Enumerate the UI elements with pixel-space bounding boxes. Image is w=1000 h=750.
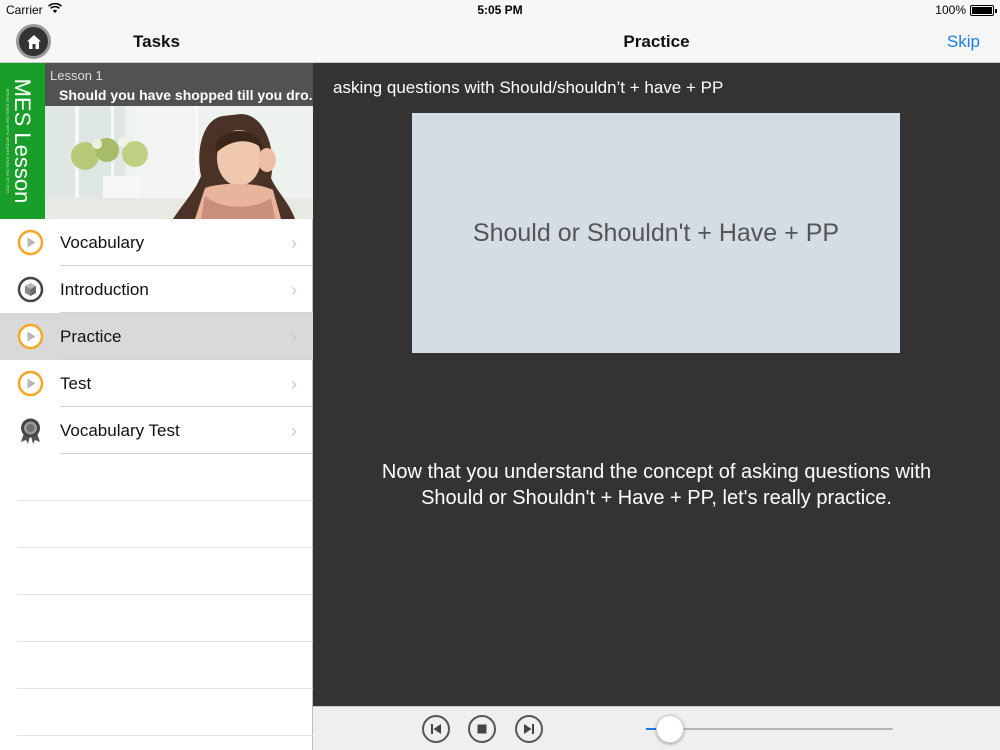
task-item-vocabulary-test[interactable]: Vocabulary Test › [0,407,313,454]
caption-text: Now that you understand the concept of a… [381,461,932,509]
task-item-introduction[interactable]: Introduction › [0,266,313,313]
task-label: Vocabulary Test [60,421,180,440]
task-list: Vocabulary › Introduction › Practice › T… [0,219,313,736]
chevron-right-icon: › [291,233,297,253]
lesson-title: Should you have shopped till you dro... [59,87,313,103]
divider [60,453,313,454]
battery-percent: 100% [935,3,966,17]
task-item-test[interactable]: Test › [0,360,313,407]
chevron-right-icon: › [291,374,297,394]
empty-row [17,689,313,736]
tasks-title: Tasks [133,32,180,51]
medal-icon [21,418,40,444]
empty-row [17,642,313,689]
clock: 5:05 PM [477,3,523,17]
empty-row [17,501,313,548]
battery-icon [970,5,997,16]
play-circle-icon [17,323,44,350]
brand-tagline: SPEAK ENGLISH WITH MODERN ENGLISH STUDIO [5,88,11,194]
cube-icon [17,276,44,303]
empty-row [17,595,313,642]
lesson-subtitle: asking questions with Should/shouldn’t +… [333,78,724,97]
play-circle-icon [17,370,44,397]
tasks-panel: Tasks MES Lesson SPEAK ENGLISH WITH MODE… [0,0,313,750]
tasks-nav-bar: Tasks [0,20,313,63]
chevron-right-icon: › [291,421,297,441]
stop-button[interactable] [468,715,496,743]
task-label: Test [60,374,92,393]
progress-slider-fill [646,728,656,730]
task-item-practice[interactable]: Practice › [0,313,313,360]
task-label: Introduction [60,280,149,299]
practice-panel: Practice Skip asking questions with Shou… [313,0,1000,750]
practice-title: Practice [623,32,690,51]
slide-card: Should or Shouldn't + Have + PP [412,113,900,353]
media-player-bar [313,706,1000,750]
slide-text: Should or Shouldn't + Have + PP [472,218,840,247]
chevron-right-icon: › [291,327,297,347]
brand-strip: MES Lesson SPEAK ENGLISH WITH MODERN ENG… [0,63,45,219]
empty-row [17,548,313,595]
app-window: Tasks MES Lesson SPEAK ENGLISH WITH MODE… [0,0,1000,750]
lesson-number: Lesson 1 [50,68,103,83]
brand-label: MES Lesson [10,78,35,204]
lesson-info: Lesson 1 Should you have shopped till yo… [45,63,313,106]
lesson-banner[interactable]: MES Lesson SPEAK ENGLISH WITH MODERN ENG… [0,63,313,219]
task-label: Vocabulary [60,233,145,252]
chevron-right-icon: › [291,280,297,300]
progress-slider-thumb[interactable] [655,715,684,743]
practice-nav-bar: Practice Skip [313,20,1000,63]
skip-forward-icon [524,724,534,734]
task-item-vocabulary[interactable]: Vocabulary › [0,219,313,266]
lesson-photo [45,106,313,219]
previous-button[interactable] [422,715,450,743]
skip-back-icon [431,724,441,734]
task-label: Practice [60,327,122,346]
status-bar: Carrier 5:05 PM 100% [0,0,1000,20]
stop-icon [477,724,487,734]
play-circle-icon [17,229,44,256]
skip-button[interactable]: Skip [947,32,980,52]
next-button[interactable] [515,715,543,743]
empty-row [17,454,313,501]
